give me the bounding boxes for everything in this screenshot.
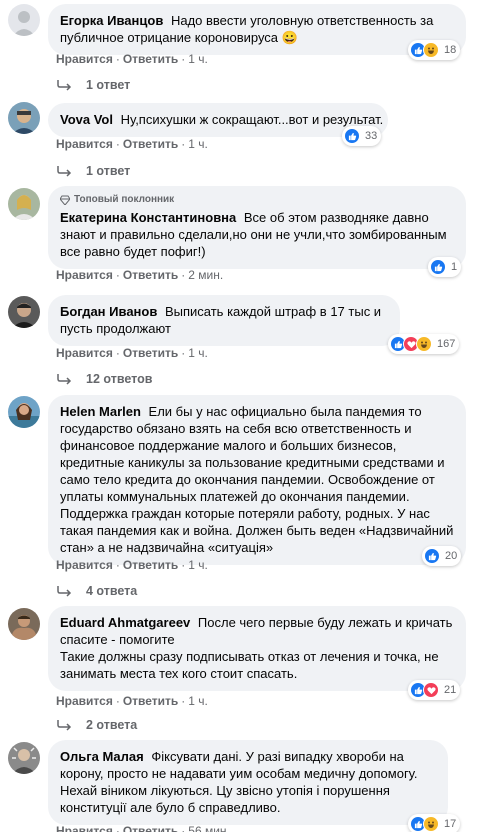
comment-bubble: Егорка Иванцов Надо ввести уголовную отв… bbox=[48, 4, 466, 55]
avatar[interactable] bbox=[8, 4, 40, 36]
like-button[interactable]: Нравится bbox=[56, 824, 113, 832]
comment-bubble: Helen Marlen Ели бы у нас официально был… bbox=[48, 395, 466, 565]
comment-time[interactable]: 1 ч. bbox=[188, 694, 208, 708]
badge-label: Топовый поклонник bbox=[74, 194, 175, 205]
comment-author[interactable]: Helen Marlen bbox=[60, 404, 141, 419]
like-button[interactable]: Нравится bbox=[56, 694, 113, 708]
comment-text-continued: Такие должны сразу подписывать отказ от … bbox=[60, 649, 439, 681]
reactions-summary[interactable]: 1 bbox=[428, 257, 462, 277]
comment-bubble: Ольга Малая Фіксувати дані. У разі випад… bbox=[48, 740, 448, 825]
top-fan-badge: Топовый поклонник bbox=[60, 193, 454, 206]
reaction-count: 167 bbox=[437, 338, 456, 350]
reactions-summary[interactable]: 18 bbox=[408, 40, 461, 60]
reaction-count: 17 bbox=[444, 818, 457, 830]
reply-button[interactable]: Ответить bbox=[123, 558, 178, 572]
comment-time[interactable]: 1 ч. bbox=[188, 52, 208, 66]
reply-button[interactable]: Ответить bbox=[123, 268, 178, 282]
comment-author[interactable]: Екатерина Константиновна bbox=[60, 210, 236, 225]
like-icon bbox=[424, 548, 440, 564]
view-replies-link[interactable]: 4 ответа bbox=[56, 584, 137, 598]
reply-arrow-icon bbox=[57, 720, 72, 731]
haha-icon bbox=[416, 336, 432, 352]
comment-author[interactable]: Егорка Иванцов bbox=[60, 13, 163, 28]
reply-button[interactable]: Ответить bbox=[123, 346, 178, 360]
like-button[interactable]: Нравится bbox=[56, 268, 113, 282]
reactions-summary[interactable]: 33 bbox=[342, 126, 382, 146]
replies-count[interactable]: 12 ответов bbox=[86, 372, 152, 386]
reply-arrow-icon bbox=[57, 166, 72, 177]
reply-button[interactable]: Ответить bbox=[123, 694, 178, 708]
reactions-summary[interactable]: 167 bbox=[388, 334, 460, 354]
reaction-count: 18 bbox=[444, 44, 457, 56]
comment-time[interactable]: 1 ч. bbox=[188, 137, 208, 151]
reply-button[interactable]: Ответить bbox=[123, 824, 178, 832]
comment-text: Ели бы у нас официально была пандемия то… bbox=[60, 404, 454, 555]
like-icon bbox=[344, 128, 360, 144]
comment-time[interactable]: 1 ч. bbox=[188, 558, 208, 572]
haha-icon bbox=[423, 816, 439, 832]
like-button[interactable]: Нравится bbox=[56, 137, 113, 151]
avatar[interactable] bbox=[8, 742, 40, 774]
comment-actions: Нравится · Ответить · 56 мин. bbox=[56, 824, 230, 832]
reaction-count: 20 bbox=[445, 550, 458, 562]
comment-bubble: Богдан Иванов Выписать каждой штраф в 17… bbox=[48, 295, 400, 346]
like-icon bbox=[430, 259, 446, 275]
comment-actions: Нравится · Ответить · 1 ч. bbox=[56, 137, 208, 151]
comment-author[interactable]: Богдан Иванов bbox=[60, 304, 157, 319]
view-replies-link[interactable]: 2 ответа bbox=[56, 718, 137, 732]
reply-arrow-icon bbox=[57, 80, 72, 91]
reply-arrow-icon bbox=[57, 374, 72, 385]
reactions-summary[interactable]: 21 bbox=[408, 680, 461, 700]
comment-bubble: Топовый поклонник Екатерина Константинов… bbox=[48, 186, 466, 269]
replies-count[interactable]: 1 ответ bbox=[86, 78, 130, 92]
avatar[interactable] bbox=[8, 102, 40, 134]
comment-author[interactable]: Vova Vol bbox=[60, 112, 113, 127]
like-button[interactable]: Нравится bbox=[56, 346, 113, 360]
comment-bubble: Vova Vol Ну,психушки ж сокращают...вот и… bbox=[48, 103, 388, 137]
haha-icon bbox=[423, 42, 439, 58]
reply-button[interactable]: Ответить bbox=[123, 52, 178, 66]
reply-button[interactable]: Ответить bbox=[123, 137, 178, 151]
reaction-count: 1 bbox=[451, 261, 458, 273]
love-icon bbox=[423, 682, 439, 698]
comment-time[interactable]: 1 ч. bbox=[188, 346, 208, 360]
comment-text: Ну,психушки ж сокращают...вот и результа… bbox=[120, 112, 384, 127]
view-replies-link[interactable]: 1 ответ bbox=[56, 78, 130, 92]
avatar[interactable] bbox=[8, 188, 40, 220]
comment-actions: Нравится · Ответить · 2 мин. bbox=[56, 268, 224, 282]
reply-arrow-icon bbox=[57, 586, 72, 597]
comment-time[interactable]: 56 мин. bbox=[188, 824, 230, 832]
comment-actions: Нравится · Ответить · 1 ч. bbox=[56, 52, 208, 66]
view-replies-link[interactable]: 1 ответ bbox=[56, 164, 130, 178]
comment-actions: Нравится · Ответить · 1 ч. bbox=[56, 694, 208, 708]
comment-bubble: Eduard Ahmatgareev После чего первые буд… bbox=[48, 606, 466, 691]
view-replies-link[interactable]: 12 ответов bbox=[56, 372, 152, 386]
comment-time[interactable]: 2 мин. bbox=[188, 268, 223, 282]
comment-author[interactable]: Ольга Малая bbox=[60, 749, 144, 764]
like-button[interactable]: Нравится bbox=[56, 52, 113, 66]
avatar[interactable] bbox=[8, 608, 40, 640]
comment-author[interactable]: Eduard Ahmatgareev bbox=[60, 615, 190, 630]
reaction-count: 33 bbox=[365, 130, 378, 142]
reactions-summary[interactable]: 20 bbox=[422, 546, 462, 566]
avatar[interactable] bbox=[8, 396, 40, 428]
replies-count[interactable]: 2 ответа bbox=[86, 718, 137, 732]
diamond-icon bbox=[60, 195, 70, 205]
like-button[interactable]: Нравится bbox=[56, 558, 113, 572]
comment-actions: Нравится · Ответить · 1 ч. bbox=[56, 346, 208, 360]
replies-count[interactable]: 1 ответ bbox=[86, 164, 130, 178]
comment-actions: Нравится · Ответить · 1 ч. bbox=[56, 558, 208, 572]
avatar[interactable] bbox=[8, 296, 40, 328]
reactions-summary[interactable]: 17 bbox=[408, 814, 461, 832]
replies-count[interactable]: 4 ответа bbox=[86, 584, 137, 598]
reaction-count: 21 bbox=[444, 684, 457, 696]
